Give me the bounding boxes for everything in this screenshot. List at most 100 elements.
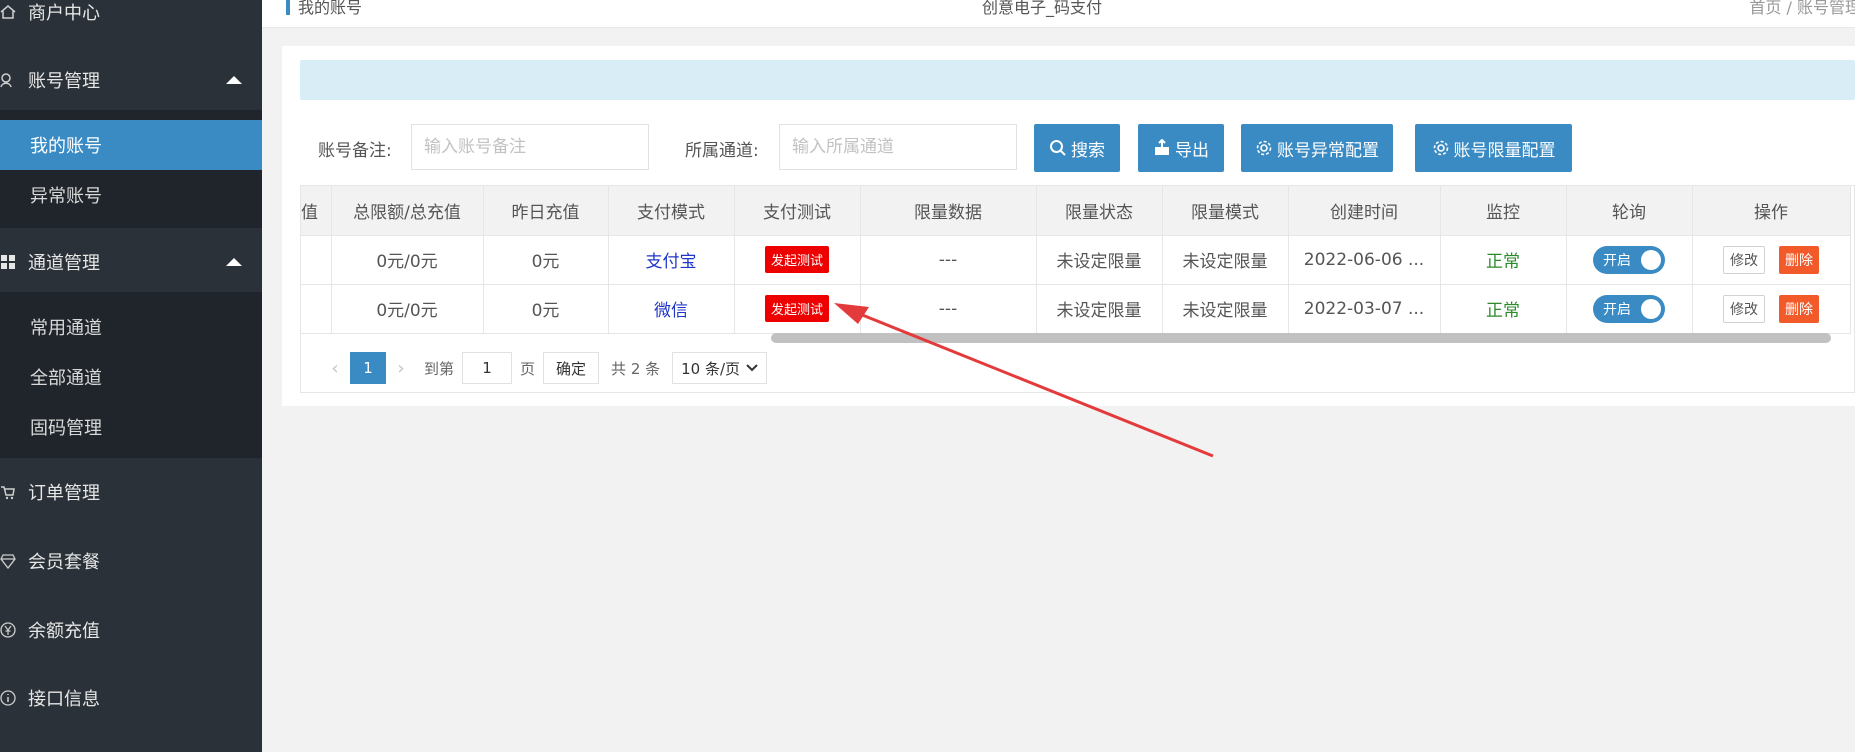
remark-input[interactable] (411, 124, 649, 170)
grid-icon (0, 254, 28, 270)
table-row: 0元/0元 0元 微信 发起测试 --- 未设定限量 未设定限量 2022-03… (301, 284, 1851, 334)
start-test-button[interactable]: 发起测试 (764, 246, 829, 273)
sidebar-item-label: 订单管理 (28, 483, 100, 504)
yen-icon (0, 622, 28, 638)
page-unit-label: 页 (520, 359, 536, 378)
sidebar-item-common-channel[interactable]: 常用通道 (0, 302, 262, 352)
top-header: 我的账号 创意电子_码支付 首页 / 账号管理 (262, 0, 1855, 28)
total-count: 共 2 条 (611, 359, 661, 378)
export-button-label: 导出 (1175, 140, 1209, 161)
cell-actions: 修改 删除 (1692, 235, 1851, 285)
sidebar-item-abnormal-account[interactable]: 异常账号 (0, 170, 262, 220)
goto-confirm-button[interactable]: 确定 (543, 352, 600, 384)
breadcrumb[interactable]: 首页 / 账号管理 (1749, 0, 1855, 18)
sidebar-item-membership[interactable]: 会员套餐 (0, 531, 262, 591)
goto-label: 到第 (424, 359, 455, 378)
col-header: 创建时间 (1288, 186, 1441, 236)
delete-button[interactable]: 删除 (1779, 245, 1819, 274)
diamond-icon (0, 553, 28, 569)
horizontal-scrollbar[interactable] (771, 333, 1831, 343)
table-header-row: 值 总限额/总充值 昨日充值 支付模式 支付测试 限量数据 限量状态 限量模式 … (301, 186, 1851, 236)
current-page[interactable]: 1 (350, 352, 386, 384)
channel-input[interactable] (779, 124, 1017, 170)
cell-limit-data: --- (860, 284, 1037, 334)
sidebar-item-merchant-center[interactable]: 商户中心 (0, 0, 262, 42)
channel-label: 所属通道: (685, 141, 759, 161)
toggle-knob (1641, 249, 1661, 270)
edit-button[interactable]: 修改 (1723, 294, 1765, 323)
poll-toggle[interactable]: 开启 (1593, 294, 1665, 323)
delete-button[interactable]: 删除 (1779, 294, 1819, 323)
col-header: 支付模式 (608, 186, 735, 236)
sidebar-item-fixed-code[interactable]: 固码管理 (0, 402, 262, 452)
gear-icon (1433, 140, 1448, 156)
account-icon (0, 72, 28, 88)
limit-config-button[interactable]: 账号限量配置 (1415, 124, 1572, 172)
edit-button[interactable]: 修改 (1723, 245, 1765, 274)
sidebar-item-label: 异常账号 (30, 186, 102, 207)
prev-page-icon[interactable]: ‹ (320, 358, 350, 379)
next-page-icon[interactable]: › (386, 358, 416, 379)
sidebar-item-api-info[interactable]: 接口信息 (0, 668, 262, 728)
cell-monitor: 正常 (1440, 284, 1567, 334)
col-header: 总限额/总充值 (331, 186, 484, 236)
cell-yesterday: 0元 (483, 235, 609, 285)
cell-limit-status: 未设定限量 (1036, 235, 1163, 285)
sidebar-subgroup-account: 我的账号 异常账号 (0, 110, 262, 228)
cell-test: 发起测试 (734, 284, 861, 334)
export-button[interactable]: 导出 (1138, 124, 1224, 172)
goto-page-input[interactable] (462, 352, 513, 384)
sidebar-subgroup-channel: 常用通道 全部通道 固码管理 (0, 292, 262, 458)
home-icon (0, 4, 28, 20)
cell-mode: 微信 (608, 284, 735, 334)
info-icon (0, 690, 28, 706)
site-name: 创意电子_码支付 (982, 0, 1103, 17)
col-header: 值 (301, 186, 332, 236)
col-header: 限量模式 (1162, 186, 1289, 236)
monitor-status: 正常 (1486, 301, 1520, 321)
abnormal-config-button[interactable]: 账号异常配置 (1241, 124, 1393, 172)
sidebar-item-orders[interactable]: 订单管理 (0, 462, 262, 522)
cell-total: 0元/0元 (331, 235, 484, 285)
pay-mode-link[interactable]: 微信 (654, 301, 688, 321)
sidebar-group-account[interactable]: 账号管理 (0, 50, 262, 110)
sidebar-item-my-account[interactable]: 我的账号 (0, 120, 262, 170)
page-size-select[interactable]: 10 条/页 (672, 352, 768, 384)
cell-mode: 支付宝 (608, 235, 735, 285)
cell-actions: 修改 删除 (1692, 284, 1851, 334)
start-test-button[interactable]: 发起测试 (764, 295, 829, 322)
chevron-up-icon (226, 258, 242, 266)
sidebar-item-recharge[interactable]: 余额充值 (0, 600, 262, 660)
cell-limit-data: --- (860, 235, 1037, 285)
remark-label: 账号备注: (318, 141, 392, 161)
cell-limit-mode: 未设定限量 (1162, 235, 1289, 285)
sidebar-item-label: 余额充值 (28, 621, 100, 642)
search-button[interactable]: 搜索 (1034, 124, 1120, 172)
cell-total: 0元/0元 (331, 284, 484, 334)
sidebar-item-label: 固码管理 (30, 418, 102, 439)
monitor-status: 正常 (1486, 252, 1520, 272)
abnormal-config-label: 账号异常配置 (1277, 140, 1379, 161)
chevron-up-icon (226, 76, 242, 84)
sidebar-group-channel[interactable]: 通道管理 (0, 232, 262, 292)
export-icon (1155, 139, 1169, 155)
sidebar-item-label: 我的账号 (30, 136, 102, 157)
pay-mode-link[interactable]: 支付宝 (646, 252, 697, 272)
cell-created: 2022-03-07 ... (1288, 284, 1441, 334)
col-header: 限量状态 (1036, 186, 1163, 236)
col-header: 操作 (1692, 186, 1851, 236)
poll-toggle-label: 开启 (1603, 301, 1631, 318)
cell-limit-mode: 未设定限量 (1162, 284, 1289, 334)
limit-config-label: 账号限量配置 (1453, 140, 1556, 161)
col-header: 支付测试 (734, 186, 861, 236)
notice-bar (300, 60, 1855, 100)
sidebar-item-all-channel[interactable]: 全部通道 (0, 352, 262, 402)
col-header: 轮询 (1566, 186, 1693, 236)
sidebar-item-label: 接口信息 (28, 689, 100, 710)
sidebar: 商户中心 账号管理 我的账号 异常账号 通道管理 常用通道 全部通道 固码管理 … (0, 0, 262, 752)
sidebar-item-label: 会员套餐 (28, 552, 100, 573)
cell-monitor: 正常 (1440, 235, 1567, 285)
poll-toggle[interactable]: 开启 (1593, 245, 1665, 274)
table-row: 0元/0元 0元 支付宝 发起测试 --- 未设定限量 未设定限量 2022-0… (301, 235, 1851, 285)
cell-test: 发起测试 (734, 235, 861, 285)
